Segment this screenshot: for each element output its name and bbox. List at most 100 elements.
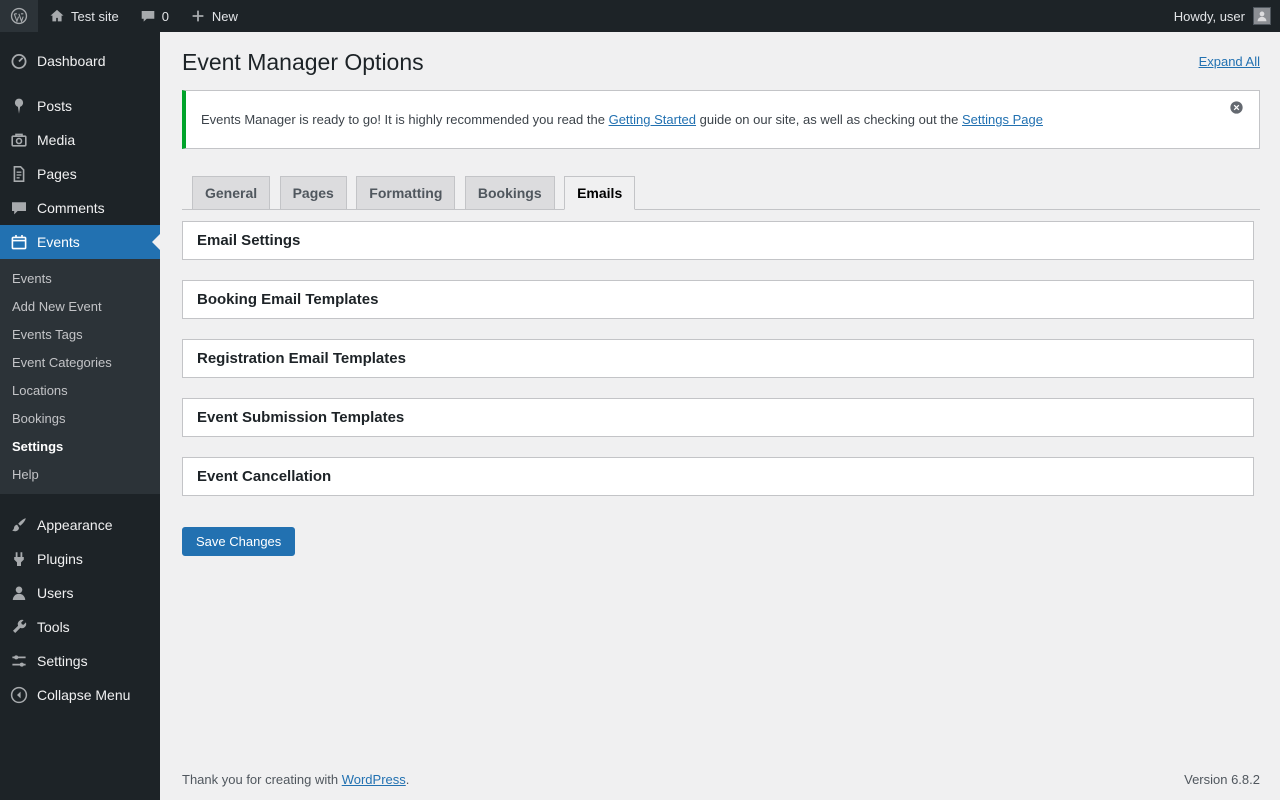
page-title: Event Manager Options: [182, 48, 424, 78]
panel-event-cancellation: Event Cancellation: [182, 457, 1254, 496]
my-account-menu[interactable]: Howdy, user: [1164, 0, 1280, 32]
sidebar-item-label: Comments: [37, 200, 105, 216]
panel-registration-email-templates: Registration Email Templates: [182, 339, 1254, 378]
site-name-label: Test site: [71, 9, 119, 24]
panel-booking-email-templates: Booking Email Templates: [182, 280, 1254, 319]
tab-pages[interactable]: Pages: [280, 176, 347, 209]
sidebar-item-settings[interactable]: Settings: [0, 644, 160, 678]
sidebar-item-label: Users: [37, 585, 74, 601]
circle-x-icon: [1229, 100, 1244, 115]
sidebar-item-dashboard[interactable]: Dashboard: [0, 44, 160, 78]
menu-separator: [0, 78, 160, 89]
sidebar: Dashboard Posts Media Pages Comments Eve…: [0, 32, 160, 800]
comment-icon: [9, 198, 29, 218]
person-icon: [9, 583, 29, 603]
settings-panels: Email Settings Booking Email Templates R…: [182, 221, 1254, 516]
sidebar-item-posts[interactable]: Posts: [0, 89, 160, 123]
page-header: Event Manager Options Expand All: [182, 48, 1260, 78]
panel-email-settings: Email Settings: [182, 221, 1254, 260]
sidebar-item-label: Events: [37, 234, 80, 250]
brush-icon: [9, 515, 29, 535]
comments-menu[interactable]: 0: [129, 0, 179, 32]
collapse-menu-button[interactable]: Collapse Menu: [0, 678, 160, 712]
page-layout: Dashboard Posts Media Pages Comments Eve…: [0, 32, 1280, 800]
new-content-menu[interactable]: New: [179, 0, 248, 32]
submenu-item-bookings[interactable]: Bookings: [0, 404, 160, 432]
tab-general[interactable]: General: [192, 176, 270, 209]
sidebar-item-comments[interactable]: Comments: [0, 191, 160, 225]
panel-event-submission-templates: Event Submission Templates: [182, 398, 1254, 437]
menu-separator: [0, 494, 160, 508]
submenu-item-events[interactable]: Events: [0, 264, 160, 292]
panel-title[interactable]: Event Submission Templates: [183, 399, 1253, 436]
tab-emails[interactable]: Emails: [564, 176, 635, 210]
footer-credit-text: Thank you for creating with: [182, 772, 338, 787]
save-changes-button[interactable]: Save Changes: [182, 527, 295, 556]
admin-bar-left: Test site 0 New: [0, 0, 248, 32]
admin-bar-right: Howdy, user: [1164, 0, 1280, 32]
sidebar-item-appearance[interactable]: Appearance: [0, 508, 160, 542]
submenu-item-locations[interactable]: Locations: [0, 376, 160, 404]
events-submenu: Events Add New Event Events Tags Event C…: [0, 259, 160, 494]
sidebar-item-label: Appearance: [37, 517, 113, 533]
submenu-item-settings[interactable]: Settings: [0, 432, 160, 460]
plus-icon: [189, 7, 207, 25]
submenu-item-help[interactable]: Help: [0, 460, 160, 488]
panel-title[interactable]: Email Settings: [183, 222, 1253, 259]
camera-icon: [9, 130, 29, 150]
new-content-label: New: [212, 9, 238, 24]
sidebar-item-label: Plugins: [37, 551, 83, 567]
comment-bubble-icon: [139, 7, 157, 25]
settings-page-link[interactable]: Settings Page: [962, 112, 1043, 127]
wordpress-logo-menu[interactable]: [0, 0, 38, 32]
calendar-icon: [9, 232, 29, 252]
footer-credit: Thank you for creating with WordPress.: [182, 772, 409, 787]
submenu-item-events-tags[interactable]: Events Tags: [0, 320, 160, 348]
sliders-icon: [9, 651, 29, 671]
wordpress-link[interactable]: WordPress: [342, 772, 406, 787]
getting-started-link[interactable]: Getting Started: [609, 112, 696, 127]
collapse-menu-label: Collapse Menu: [37, 687, 130, 703]
main-content: Event Manager Options Expand All Events …: [160, 32, 1280, 800]
tab-formatting[interactable]: Formatting: [356, 176, 455, 209]
wordpress-logo-icon: [10, 7, 28, 25]
sidebar-item-label: Settings: [37, 653, 88, 669]
howdy-label: Howdy, user: [1174, 9, 1245, 24]
tab-bookings[interactable]: Bookings: [465, 176, 555, 209]
sidebar-item-events[interactable]: Events: [0, 225, 160, 259]
expand-all-link[interactable]: Expand All: [1199, 48, 1260, 69]
sidebar-item-media[interactable]: Media: [0, 123, 160, 157]
notice-text: Events Manager is ready to go! It is hig…: [201, 112, 605, 127]
panel-title[interactable]: Event Cancellation: [183, 458, 1253, 495]
panel-title[interactable]: Booking Email Templates: [183, 281, 1253, 318]
avatar: [1254, 8, 1270, 24]
site-name-menu[interactable]: Test site: [38, 0, 129, 32]
pin-icon: [9, 96, 29, 116]
notice-text: guide on our site, as well as checking o…: [700, 112, 959, 127]
footer-credit-suffix: .: [406, 772, 410, 787]
sidebar-item-label: Dashboard: [37, 53, 106, 69]
sidebar-item-pages[interactable]: Pages: [0, 157, 160, 191]
dismiss-notice-button[interactable]: [1229, 100, 1244, 115]
sidebar-item-users[interactable]: Users: [0, 576, 160, 610]
person-icon: [1255, 9, 1269, 23]
sidebar-item-label: Media: [37, 132, 75, 148]
panel-title[interactable]: Registration Email Templates: [183, 340, 1253, 377]
sidebar-item-label: Tools: [37, 619, 70, 635]
version-label: Version 6.8.2: [1184, 772, 1260, 787]
sidebar-item-label: Posts: [37, 98, 72, 114]
comments-count: 0: [162, 9, 169, 24]
submenu-item-event-categories[interactable]: Event Categories: [0, 348, 160, 376]
home-icon: [48, 7, 66, 25]
footer: Thank you for creating with WordPress. V…: [182, 762, 1260, 800]
plug-icon: [9, 549, 29, 569]
admin-bar: Test site 0 New Howdy, user: [0, 0, 1280, 32]
page-icon: [9, 164, 29, 184]
submenu-item-add-new-event[interactable]: Add New Event: [0, 292, 160, 320]
sidebar-item-plugins[interactable]: Plugins: [0, 542, 160, 576]
sidebar-item-label: Pages: [37, 166, 77, 182]
wrench-icon: [9, 617, 29, 637]
sidebar-item-tools[interactable]: Tools: [0, 610, 160, 644]
dashboard-icon: [9, 51, 29, 71]
collapse-arrow-icon: [9, 685, 29, 705]
